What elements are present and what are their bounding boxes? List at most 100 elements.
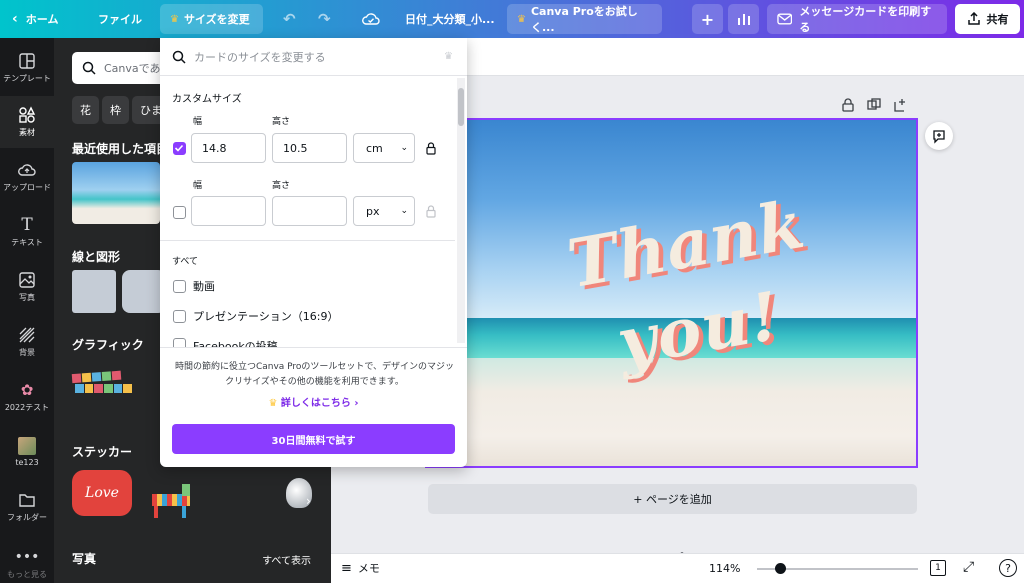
cloud-save-button[interactable] [362, 0, 380, 38]
pro-trial-button[interactable]: ♛ Canva Proをお試しく... [507, 4, 662, 34]
duplicate-icon[interactable] [867, 98, 881, 112]
crown-icon: ♛ [268, 398, 278, 409]
row1-checkbox[interactable] [173, 142, 186, 155]
dropdown-scrollbar-thumb[interactable] [458, 88, 464, 126]
rail-item-photos[interactable]: 写真 [0, 261, 54, 313]
add-page-button[interactable]: + ページを追加 [428, 484, 917, 514]
print-cards-button[interactable]: メッセージカードを印刷する [767, 4, 947, 34]
comment-button[interactable] [925, 122, 953, 150]
rail-item-more[interactable]: ••• もっと見る [0, 538, 54, 583]
option-presentation[interactable]: プレゼンテーション（16:9） [173, 308, 338, 324]
width-label-2: 幅 [193, 181, 203, 191]
page-count-button[interactable]: 1 [930, 560, 946, 576]
help-button[interactable]: ? [999, 559, 1017, 577]
chevron-left-icon: ‹ [12, 11, 18, 27]
document-title[interactable]: 日付_大分類_小... [405, 0, 495, 38]
rail-item-te123[interactable]: te123 [0, 426, 54, 478]
recent-item-beach[interactable] [72, 162, 160, 224]
share-button[interactable]: 共有 [955, 4, 1020, 34]
shape-square[interactable] [72, 270, 116, 313]
design-page[interactable]: Thank you! [425, 118, 918, 468]
chevron-up-icon[interactable]: ︿ [677, 543, 693, 558]
folder-thumb-icon [18, 437, 36, 455]
share-icon [967, 12, 980, 25]
resize-search-placeholder: カードのサイズを変更する [194, 50, 326, 64]
height-input[interactable]: 10.5 [272, 133, 347, 163]
chevron-right-icon[interactable]: › [306, 494, 320, 508]
option-checkbox[interactable] [173, 309, 186, 323]
comment-add-icon [933, 130, 945, 144]
undo-button[interactable]: ↶ [283, 0, 296, 38]
stickers-title: ステッカー [72, 445, 133, 459]
option-checkbox[interactable] [173, 338, 186, 347]
file-menu-button[interactable]: ファイル [98, 0, 142, 38]
sticker-love[interactable]: Love [72, 470, 132, 516]
height-label-2: 高さ [272, 181, 291, 191]
add-button[interactable]: + [692, 4, 723, 34]
zoom-value: 114% [709, 562, 741, 575]
width-value: 14.8 [202, 141, 227, 155]
option-checkbox[interactable] [173, 279, 186, 293]
insights-button[interactable] [728, 4, 759, 34]
width-input-2[interactable] [191, 196, 266, 226]
dropdown-scrollbar[interactable] [457, 78, 465, 343]
unit-select-2[interactable]: px ⌄ [353, 196, 415, 226]
template-icon [19, 53, 35, 69]
page-count-label: 1 [935, 563, 941, 573]
graphic-happy-birthday[interactable] [71, 370, 133, 408]
home-button[interactable]: ‹ ホーム [12, 0, 58, 38]
chip-frame[interactable]: 枠 [102, 96, 129, 124]
flower-icon: ✿ [20, 381, 34, 399]
checkmark-icon [174, 144, 184, 152]
notes-button[interactable]: ≡ メモ [341, 560, 380, 576]
see-all-link[interactable]: すべて表示 [262, 552, 311, 567]
search-icon [172, 50, 186, 64]
rail-item-upload[interactable]: アップロード [0, 151, 54, 203]
bar-chart-icon [737, 14, 750, 25]
height-input-2[interactable] [272, 196, 347, 226]
row2-checkbox[interactable] [173, 206, 186, 219]
crown-icon: ♛ [517, 13, 526, 25]
resize-search-input[interactable]: カードのサイズを変更する ♛ [160, 38, 467, 76]
width-label: 幅 [193, 117, 203, 127]
rail-item-2022-test[interactable]: ✿ 2022テスト [0, 371, 54, 423]
rail-item-text[interactable]: T テキスト [0, 206, 54, 258]
width-input[interactable]: 14.8 [191, 133, 266, 163]
lock-icon[interactable] [841, 98, 855, 112]
learn-more-link[interactable]: ♛ 詳しくはこちら › [160, 394, 467, 409]
lock-icon[interactable] [425, 205, 437, 218]
folder-icon [19, 494, 35, 507]
sticker-pinata[interactable] [146, 484, 196, 520]
chip-flower[interactable]: 花 [72, 96, 99, 124]
rail-item-folder[interactable]: フォルダー [0, 481, 54, 533]
more-icon: ••• [14, 549, 40, 565]
option-facebook-post[interactable]: Facebookの投稿 [173, 338, 278, 347]
lock-icon[interactable] [425, 142, 437, 155]
rail-item-elements[interactable]: 素材 [0, 96, 54, 148]
help-label: ? [1005, 561, 1011, 575]
zoom-slider[interactable] [757, 563, 918, 574]
height-value: 10.5 [283, 141, 308, 155]
rail-item-background[interactable]: 背景 [0, 316, 54, 368]
resize-dropdown: カードのサイズを変更する ♛ カスタムサイズ 幅 高さ 14.8 10.5 cm… [160, 38, 467, 467]
upload-icon [18, 164, 36, 176]
option-label: プレゼンテーション（16:9） [193, 310, 339, 323]
share-label: 共有 [986, 13, 1009, 26]
top-bar: ‹ ホーム ファイル ♛ サイズを変更 ↶ ↷ 日付_大分類_小... ♛ Ca… [0, 0, 1024, 38]
zoom-slider-thumb[interactable] [774, 563, 786, 574]
unit-select[interactable]: cm ⌄ [353, 133, 415, 163]
rail-item-templates[interactable]: テンプレート [0, 42, 54, 94]
learn-more-label: 詳しくはこちら › [280, 398, 359, 409]
fullscreen-icon[interactable]: ⤢ [963, 559, 974, 575]
chip-label: 花 [80, 104, 91, 117]
crown-icon: ♛ [444, 51, 453, 62]
add-page-icon[interactable] [893, 98, 907, 112]
rail-label: テンプレート [3, 74, 51, 83]
rail-label: 背景 [19, 348, 35, 357]
resize-button[interactable]: ♛ サイズを変更 [160, 4, 263, 34]
rail-label: テキスト [11, 238, 43, 247]
height-label: 高さ [272, 117, 291, 127]
try-free-button[interactable]: 30日間無料で試す [172, 424, 455, 454]
redo-button[interactable]: ↷ [318, 0, 331, 38]
option-video[interactable]: 動画 [173, 278, 215, 294]
